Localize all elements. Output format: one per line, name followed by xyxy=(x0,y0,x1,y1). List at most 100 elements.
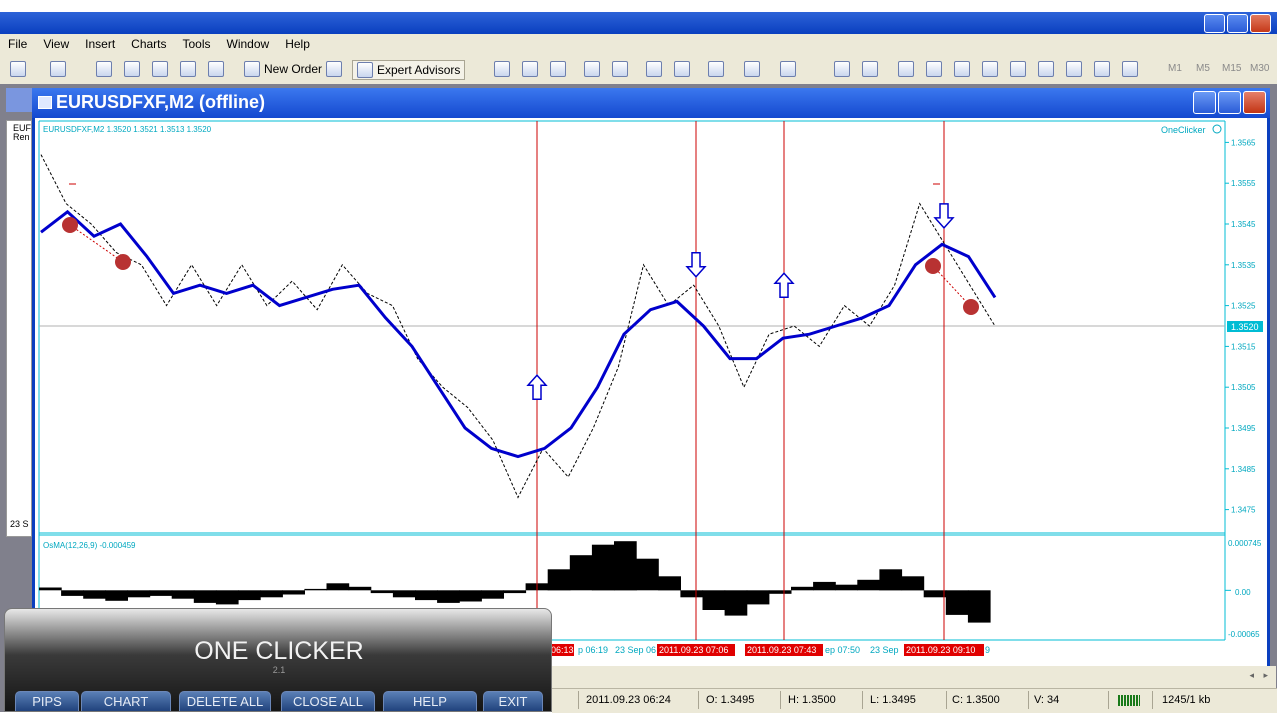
trade-close-marker-1 xyxy=(115,254,131,270)
background-chart-titlebar[interactable] xyxy=(6,88,32,112)
zoom-in-icon[interactable] xyxy=(584,61,600,77)
osma-bar xyxy=(658,576,681,591)
new-chart-icon[interactable] xyxy=(10,61,26,77)
status-low: L: 1.3495 xyxy=(870,694,916,706)
one-clicker-panel[interactable]: ONE CLICKER 2.1 PIPS CHART DELETE ALL CL… xyxy=(4,608,552,712)
periods-icon[interactable] xyxy=(744,61,760,77)
pips-button[interactable]: PIPS xyxy=(15,691,79,711)
maximize-button[interactable] xyxy=(1227,14,1248,33)
timeframe-m5[interactable]: M5 xyxy=(1196,63,1210,74)
trendline-icon[interactable] xyxy=(954,61,970,77)
expert-advisors-button[interactable]: Expert Advisors xyxy=(352,60,466,80)
osma-bar xyxy=(746,590,770,605)
status-close: C: 1.3500 xyxy=(952,694,1000,706)
osma-bar xyxy=(967,590,991,623)
chart-restore-button[interactable] xyxy=(1218,91,1241,114)
time-axis: 06:13 p 06:19 23 Sep 06 2011.09.23 07:06… xyxy=(550,644,990,656)
delete-all-button[interactable]: DELETE ALL xyxy=(179,691,271,711)
candlestick-icon[interactable] xyxy=(522,61,538,77)
menu-charts[interactable]: Charts xyxy=(123,37,174,51)
osma-bar xyxy=(370,590,394,594)
price-tick-label: 1.3475 xyxy=(1231,506,1256,515)
chart-button[interactable]: CHART xyxy=(81,691,171,711)
current-price-label: 1.3520 xyxy=(1231,322,1259,332)
scroll-left-icon[interactable]: ◂ xyxy=(1249,670,1254,681)
osma-scale-zero: 0.00 xyxy=(1235,588,1251,597)
profiles-icon[interactable] xyxy=(50,61,66,77)
chart-shift-icon[interactable] xyxy=(674,61,690,77)
rectangle-icon[interactable] xyxy=(1094,61,1110,77)
osma-bar xyxy=(149,590,173,596)
osma-bar xyxy=(127,590,151,598)
osma-bar xyxy=(879,569,903,591)
price-tick-label: 1.3515 xyxy=(1231,342,1256,351)
connection-icon xyxy=(1118,695,1140,706)
chart-close-button[interactable] xyxy=(1243,91,1266,114)
scroll-right-icon[interactable]: ▸ xyxy=(1263,670,1268,681)
osma-bar xyxy=(61,590,84,596)
price-chart[interactable]: 1.3565 1.3555 1.3545 1.3535 1.3525 1.3515 1.35… xyxy=(35,118,1267,666)
osma-bar xyxy=(304,588,328,591)
templates-icon[interactable] xyxy=(780,61,796,77)
price-tick-label: 1.3525 xyxy=(1231,302,1256,311)
chart-titlebar[interactable]: EURUSDFXF,M2 (offline) xyxy=(32,88,1270,118)
horizontal-line-icon[interactable] xyxy=(926,61,942,77)
market-watch-icon[interactable] xyxy=(96,61,112,77)
cursor-icon[interactable] xyxy=(834,61,850,77)
fibonacci-icon[interactable] xyxy=(1010,61,1026,77)
text-icon[interactable] xyxy=(1038,61,1054,77)
line-chart-icon[interactable] xyxy=(550,61,566,77)
auto-scroll-icon[interactable] xyxy=(646,61,662,77)
terminal-icon[interactable] xyxy=(152,61,168,77)
help-button[interactable]: HELP xyxy=(383,691,477,711)
osma-bar xyxy=(923,590,947,598)
osma-bar xyxy=(569,555,593,591)
trade-close-marker-2 xyxy=(963,299,979,315)
osma-bar xyxy=(260,590,283,598)
arrows-icon[interactable] xyxy=(1122,61,1138,77)
close-all-button[interactable]: CLOSE ALL xyxy=(281,691,375,711)
osma-bar xyxy=(171,590,195,599)
oneclicker-label: OneClicker xyxy=(1161,125,1206,135)
minimize-button[interactable] xyxy=(1204,14,1225,33)
osma-bar xyxy=(415,590,438,601)
timeframe-m15[interactable]: M15 xyxy=(1222,63,1241,74)
navigator-icon[interactable] xyxy=(124,61,140,77)
exit-button[interactable]: EXIT xyxy=(483,691,543,711)
background-chart[interactable]: EUF Ren 23 S xyxy=(6,120,32,537)
osma-bar xyxy=(215,590,239,605)
timeframe-m30[interactable]: M30 xyxy=(1250,63,1269,74)
text-label-icon[interactable] xyxy=(1066,61,1082,77)
channel-icon[interactable] xyxy=(982,61,998,77)
menu-file[interactable]: File xyxy=(0,37,35,51)
osma-bar xyxy=(724,590,748,616)
bar-chart-icon[interactable] xyxy=(494,61,510,77)
tester-icon[interactable] xyxy=(180,61,196,77)
osma-bar xyxy=(348,586,372,591)
menu-help[interactable]: Help xyxy=(277,37,318,51)
crosshair-icon[interactable] xyxy=(862,61,878,77)
timeframe-m1[interactable]: M1 xyxy=(1168,63,1182,74)
menu-view[interactable]: View xyxy=(35,37,77,51)
trade-open-marker-1 xyxy=(62,217,78,233)
menu-window[interactable]: Window xyxy=(219,37,278,51)
vertical-line-icon[interactable] xyxy=(898,61,914,77)
menu-insert[interactable]: Insert xyxy=(77,37,123,51)
new-order-button[interactable]: New Order xyxy=(244,60,322,78)
osma-bar xyxy=(813,581,836,591)
chart-minimize-button[interactable] xyxy=(1193,91,1216,114)
zoom-out-icon[interactable] xyxy=(612,61,628,77)
history-icon[interactable] xyxy=(208,61,224,77)
osma-bar xyxy=(702,590,726,610)
osma-bar xyxy=(481,590,504,599)
metaeditor-icon[interactable] xyxy=(326,61,342,77)
close-button[interactable] xyxy=(1250,14,1271,33)
status-datetime: 2011.09.23 06:24 xyxy=(586,694,671,706)
indicators-icon[interactable] xyxy=(708,61,724,77)
menu-tools[interactable]: Tools xyxy=(175,37,219,51)
osma-bar xyxy=(459,590,482,602)
app-title-bar xyxy=(0,0,1277,34)
time-label-7: 23 Sep xyxy=(870,645,899,655)
osma-bar xyxy=(193,590,217,603)
time-tag-1: 06:13 xyxy=(551,645,574,655)
